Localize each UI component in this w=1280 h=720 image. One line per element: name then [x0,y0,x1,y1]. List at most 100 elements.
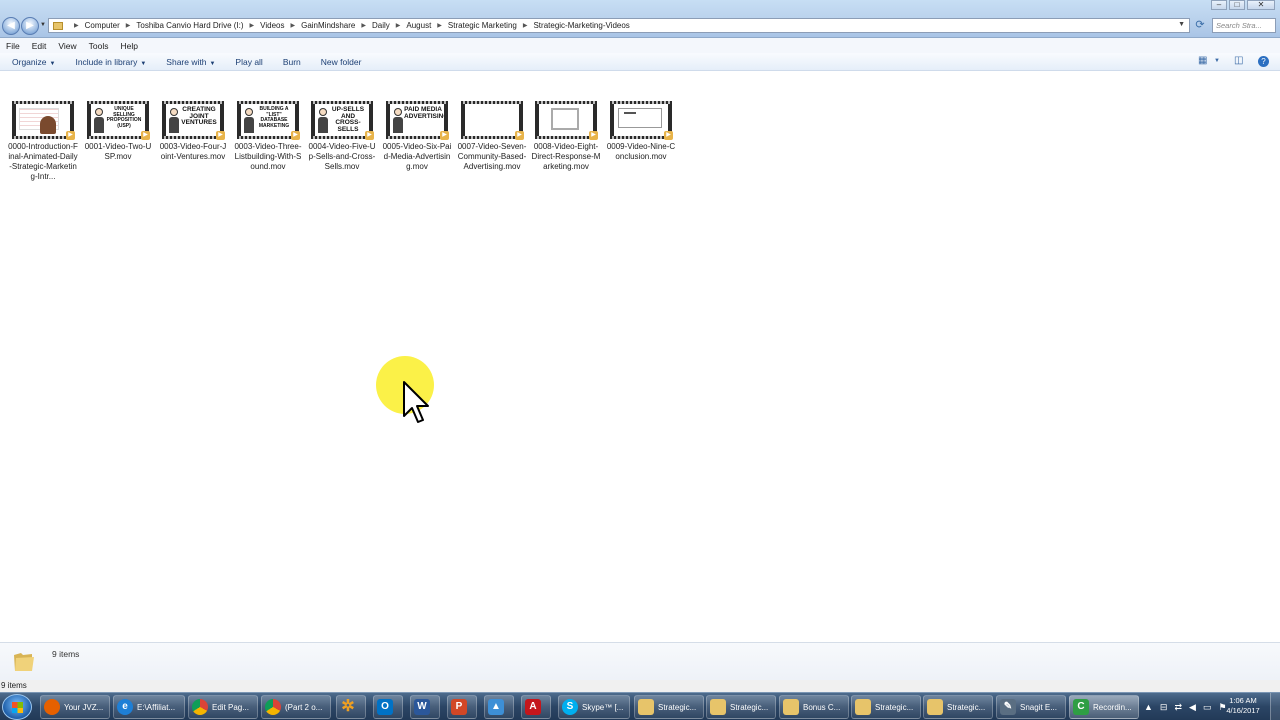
folder-icon [927,699,943,715]
share-with-label: Share with [166,56,207,67]
windows-logo-icon [12,702,23,713]
volume-icon[interactable]: ◀ [1189,702,1196,713]
taskbar-item[interactable]: A [521,695,551,719]
file-item[interactable]: ▶ 0007-Video-Seven-Community-Based-Adver… [457,101,527,172]
taskbar-item[interactable]: C Recordin... [1069,695,1139,719]
file-name: 0003-Video-Three-Listbuilding-With-Sound… [234,142,302,171]
taskbar-item-label: Skype™ [... [582,702,624,712]
powerpoint-icon: P [451,699,467,715]
file-item[interactable]: UP-SELLS AND CROSS-SELLS ▶ 0004-Video-Fi… [307,101,377,172]
minimize-button[interactable]: – [1211,0,1227,10]
recent-pages-dropdown[interactable]: ▼ [40,22,46,28]
video-thumbnail: BUILDING A "LIST" DATABASE MARKETING ▶ [237,101,300,140]
maximize-button[interactable]: □ [1229,0,1245,10]
video-thumbnail: UNIQUE SELLING PROPOSITION (USP) ▶ [87,101,150,140]
file-item[interactable]: BUILDING A "LIST" DATABASE MARKETING ▶ 0… [233,101,303,172]
forward-button[interactable]: ▶ [21,17,39,35]
organize-button[interactable]: Organize ▼ [12,57,55,67]
taskbar-item[interactable]: Edit Pag... [188,695,258,719]
close-button[interactable]: ✕ [1247,0,1275,10]
chevron-right-icon[interactable]: ▶ [523,22,528,29]
share-with-button[interactable]: Share with ▼ [166,57,215,67]
taskbar-item[interactable]: Your JVZ... [40,695,110,719]
taskbar-item[interactable]: Strategic... [706,695,776,719]
play-icon: ▶ [589,131,598,140]
play-all-button[interactable]: Play all [235,57,262,67]
taskbar-item-label: Strategic... [730,702,769,712]
menu-edit[interactable]: Edit [32,41,47,51]
chevron-right-icon[interactable]: ▶ [361,22,366,29]
start-button[interactable] [2,694,32,720]
taskbar-item[interactable]: Strategic... [923,695,993,719]
organize-label: Organize [12,56,47,67]
taskbar-item[interactable]: ✲ [336,695,366,719]
menu-tools[interactable]: Tools [89,41,109,51]
address-bar[interactable]: ▶ Computer ▶ Toshiba Canvio Hard Drive (… [48,18,1190,33]
search-input[interactable]: Search Stra... [1212,18,1276,33]
details-pane: 9 items [0,642,1280,680]
file-list-pane[interactable]: ▶ 0000-Introduction-Final-Animated-Daily… [0,72,1280,642]
taskbar-item[interactable]: Strategic... [634,695,704,719]
chevron-right-icon[interactable]: ▶ [126,22,131,29]
menu-help[interactable]: Help [120,41,137,51]
chevron-right-icon[interactable]: ▶ [290,22,295,29]
taskbar-item[interactable]: P [447,695,477,719]
burn-button[interactable]: Burn [283,57,301,67]
preview-pane-icon[interactable]: ◫ [1234,55,1243,66]
display-icon[interactable]: ▭ [1203,702,1212,713]
file-item[interactable]: ▶ 0008-Video-Eight-Direct-Response-Marke… [531,101,601,172]
usb-icon[interactable]: ⊟ [1160,702,1168,713]
thumbnail-caption: BUILDING A "LIST" DATABASE MARKETING [258,106,290,129]
menu-file[interactable]: File [6,41,20,51]
file-item[interactable]: ▶ 0009-Video-Nine-Conclusion.mov [606,101,676,162]
refresh-icon[interactable]: ⟳ [1192,18,1208,33]
show-desktop-button[interactable] [1270,693,1280,720]
chevron-right-icon[interactable]: ▶ [396,22,401,29]
folder-icon [638,699,654,715]
taskbar-item[interactable]: (Part 2 o... [261,695,331,719]
play-icon: ▶ [515,131,524,140]
include-in-library-button[interactable]: Include in library ▼ [75,57,146,67]
file-name: 0005-Video-Six-Paid-Media-Advertising.mo… [382,142,452,171]
file-item[interactable]: CREATING JOINT VENTURES ▶ 0003-Video-Fou… [158,101,228,162]
video-thumbnail: ▶ [535,101,598,140]
chevron-down-icon[interactable]: ▼ [1178,21,1185,28]
taskbar-item[interactable]: e E:\Affiliat... [113,695,185,719]
file-item[interactable]: ▶ 0000-Introduction-Final-Animated-Daily… [8,101,78,182]
taskbar-item[interactable]: Bonus C... [779,695,849,719]
breadcrumb-august[interactable]: August [406,21,431,30]
taskbar-item[interactable]: O [373,695,403,719]
breadcrumb-strategic-marketing-videos[interactable]: Strategic-Marketing-Videos [533,21,629,30]
chevron-right-icon[interactable]: ▶ [250,22,255,29]
file-item[interactable]: UNIQUE SELLING PROPOSITION (USP) ▶ 0001-… [83,101,153,162]
taskbar-item[interactable]: S Skype™ [... [558,695,630,719]
chevron-right-icon[interactable]: ▶ [437,22,442,29]
taskbar-item[interactable]: ✎ Snagit E... [996,695,1066,719]
chrome-icon [192,699,208,715]
file-item[interactable]: PAID MEDIA ADVERTISING ▶ 0005-Video-Six-… [382,101,452,172]
breadcrumb-computer[interactable]: Computer [85,21,120,30]
chevron-right-icon[interactable]: ▶ [74,22,79,29]
status-bar: 9 items [0,680,1280,692]
help-icon[interactable]: ? [1258,56,1269,67]
network-icon[interactable]: ⇄ [1174,702,1182,713]
breadcrumb-daily[interactable]: Daily [372,21,390,30]
breadcrumb-strategic-marketing[interactable]: Strategic Marketing [448,21,517,30]
folder-icon [783,699,799,715]
change-view-icon[interactable]: ▦ [1198,55,1207,66]
chevron-down-icon[interactable]: ▼ [1214,58,1220,64]
breadcrumb-gainmindshare[interactable]: GainMindshare [301,21,355,30]
taskbar-item[interactable]: Strategic... [851,695,921,719]
breadcrumb-drive[interactable]: Toshiba Canvio Hard Drive (I:) [136,21,243,30]
clock-time: 1:06 AM [1229,696,1257,705]
menu-view[interactable]: View [58,41,76,51]
taskbar-item[interactable]: W [410,695,440,719]
back-button[interactable]: ◀ [2,17,20,35]
new-folder-button[interactable]: New folder [321,57,362,67]
taskbar-item[interactable]: ▲ [484,695,514,719]
pinwheel-icon: ✲ [341,698,355,715]
breadcrumb-videos[interactable]: Videos [260,21,284,30]
show-hidden-icons-icon[interactable]: ▲ [1144,702,1153,712]
taskbar-item-label: (Part 2 o... [285,702,323,712]
clock[interactable]: 1:06 AM 4/16/2017 [1222,696,1264,716]
